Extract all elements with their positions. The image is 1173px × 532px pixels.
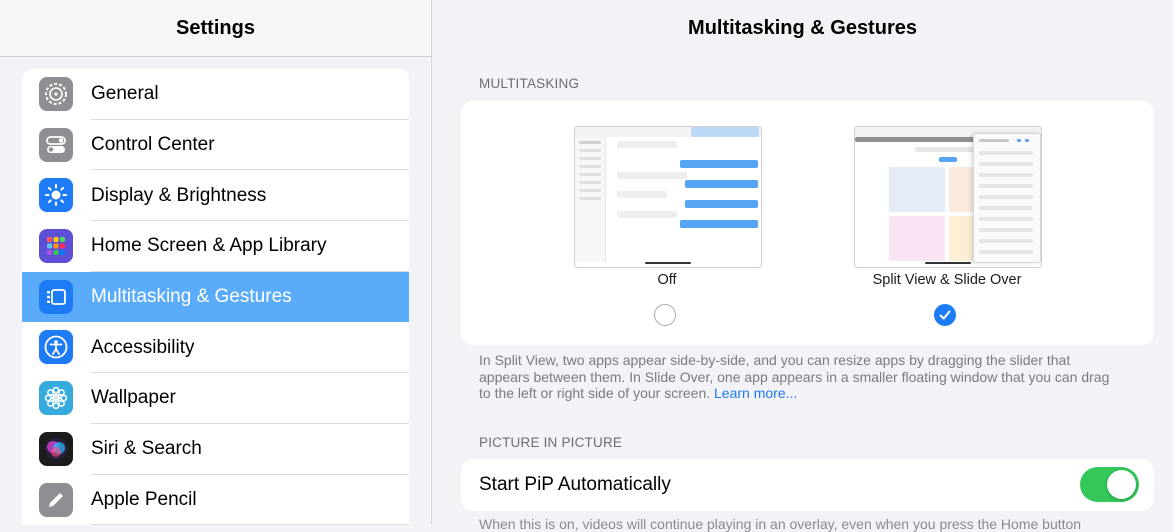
- split-view-preview-image: [854, 126, 1042, 268]
- checkmark-icon: [939, 310, 951, 320]
- option-off[interactable]: Off: [574, 126, 762, 326]
- learn-more-link[interactable]: Learn more...: [714, 385, 797, 401]
- toggles-icon: [39, 127, 73, 162]
- multitasking-card: Off Split View & Slide Over: [461, 101, 1154, 345]
- sidebar-item-home-screen[interactable]: Home Screen & App Library: [22, 221, 409, 272]
- accessibility-icon: [39, 330, 73, 365]
- sidebar-item-display-brightness[interactable]: Display & Brightness: [22, 170, 409, 222]
- sidebar-item-label: Display & Brightness: [91, 184, 267, 206]
- sidebar-title: Settings: [0, 0, 431, 57]
- sidebar-item-label: Home Screen & App Library: [91, 235, 327, 257]
- pencil-icon: [39, 482, 73, 517]
- sidebar: Settings General Control Center Display …: [0, 0, 432, 526]
- section-label-pip: PICTURE IN PICTURE: [479, 435, 623, 450]
- sidebar-item-general[interactable]: General: [22, 69, 409, 120]
- option-off-radio[interactable]: [654, 304, 676, 326]
- pip-label: Start PiP Automatically: [479, 474, 671, 495]
- option-split-view-label: Split View & Slide Over: [872, 272, 1022, 288]
- sidebar-item-label: Apple Pencil: [91, 488, 197, 510]
- settings-menu: General Control Center Display & Brightn…: [22, 69, 409, 526]
- off-preview-image: [574, 126, 762, 268]
- sidebar-item-siri-search[interactable]: Siri & Search: [22, 424, 409, 475]
- flower-icon: [39, 381, 73, 416]
- sidebar-item-accessibility[interactable]: Accessibility: [22, 322, 409, 374]
- section-label-multitasking: MULTITASKING: [479, 76, 580, 91]
- multitasking-icon: [39, 279, 73, 314]
- app-grid-icon: [39, 229, 73, 264]
- option-split-view[interactable]: Split View & Slide Over: [854, 126, 1042, 326]
- sidebar-item-label: General: [91, 83, 159, 105]
- sun-icon: [39, 178, 73, 213]
- multitasking-description: In Split View, two apps appear side-by-s…: [479, 352, 1119, 402]
- sidebar-item-label: Siri & Search: [91, 438, 202, 460]
- page-title: Multitasking & Gestures: [688, 16, 917, 39]
- toggle-knob: [1107, 470, 1136, 499]
- sidebar-item-label: Control Center: [91, 134, 215, 156]
- pip-note: When this is on, videos will continue pl…: [479, 516, 1082, 532]
- pip-toggle[interactable]: [1080, 467, 1139, 502]
- sidebar-item-label: Wallpaper: [91, 387, 176, 409]
- sidebar-item-multitasking[interactable]: Multitasking & Gestures: [22, 271, 409, 323]
- sidebar-item-label: Multitasking & Gestures: [91, 286, 292, 308]
- option-off-label: Off: [657, 272, 677, 288]
- sidebar-item-apple-pencil[interactable]: Apple Pencil: [22, 475, 409, 526]
- gear-icon: [39, 77, 73, 111]
- sidebar-item-wallpaper[interactable]: Wallpaper: [22, 373, 409, 424]
- detail-pane: Multitasking & Gestures MULTITASKING Off…: [432, 0, 1173, 532]
- pip-card: Start PiP Automatically: [461, 459, 1154, 511]
- option-split-view-radio[interactable]: [934, 304, 956, 326]
- sidebar-item-control-center[interactable]: Control Center: [22, 120, 409, 171]
- siri-icon: [39, 431, 73, 466]
- sidebar-item-label: Accessibility: [91, 336, 195, 358]
